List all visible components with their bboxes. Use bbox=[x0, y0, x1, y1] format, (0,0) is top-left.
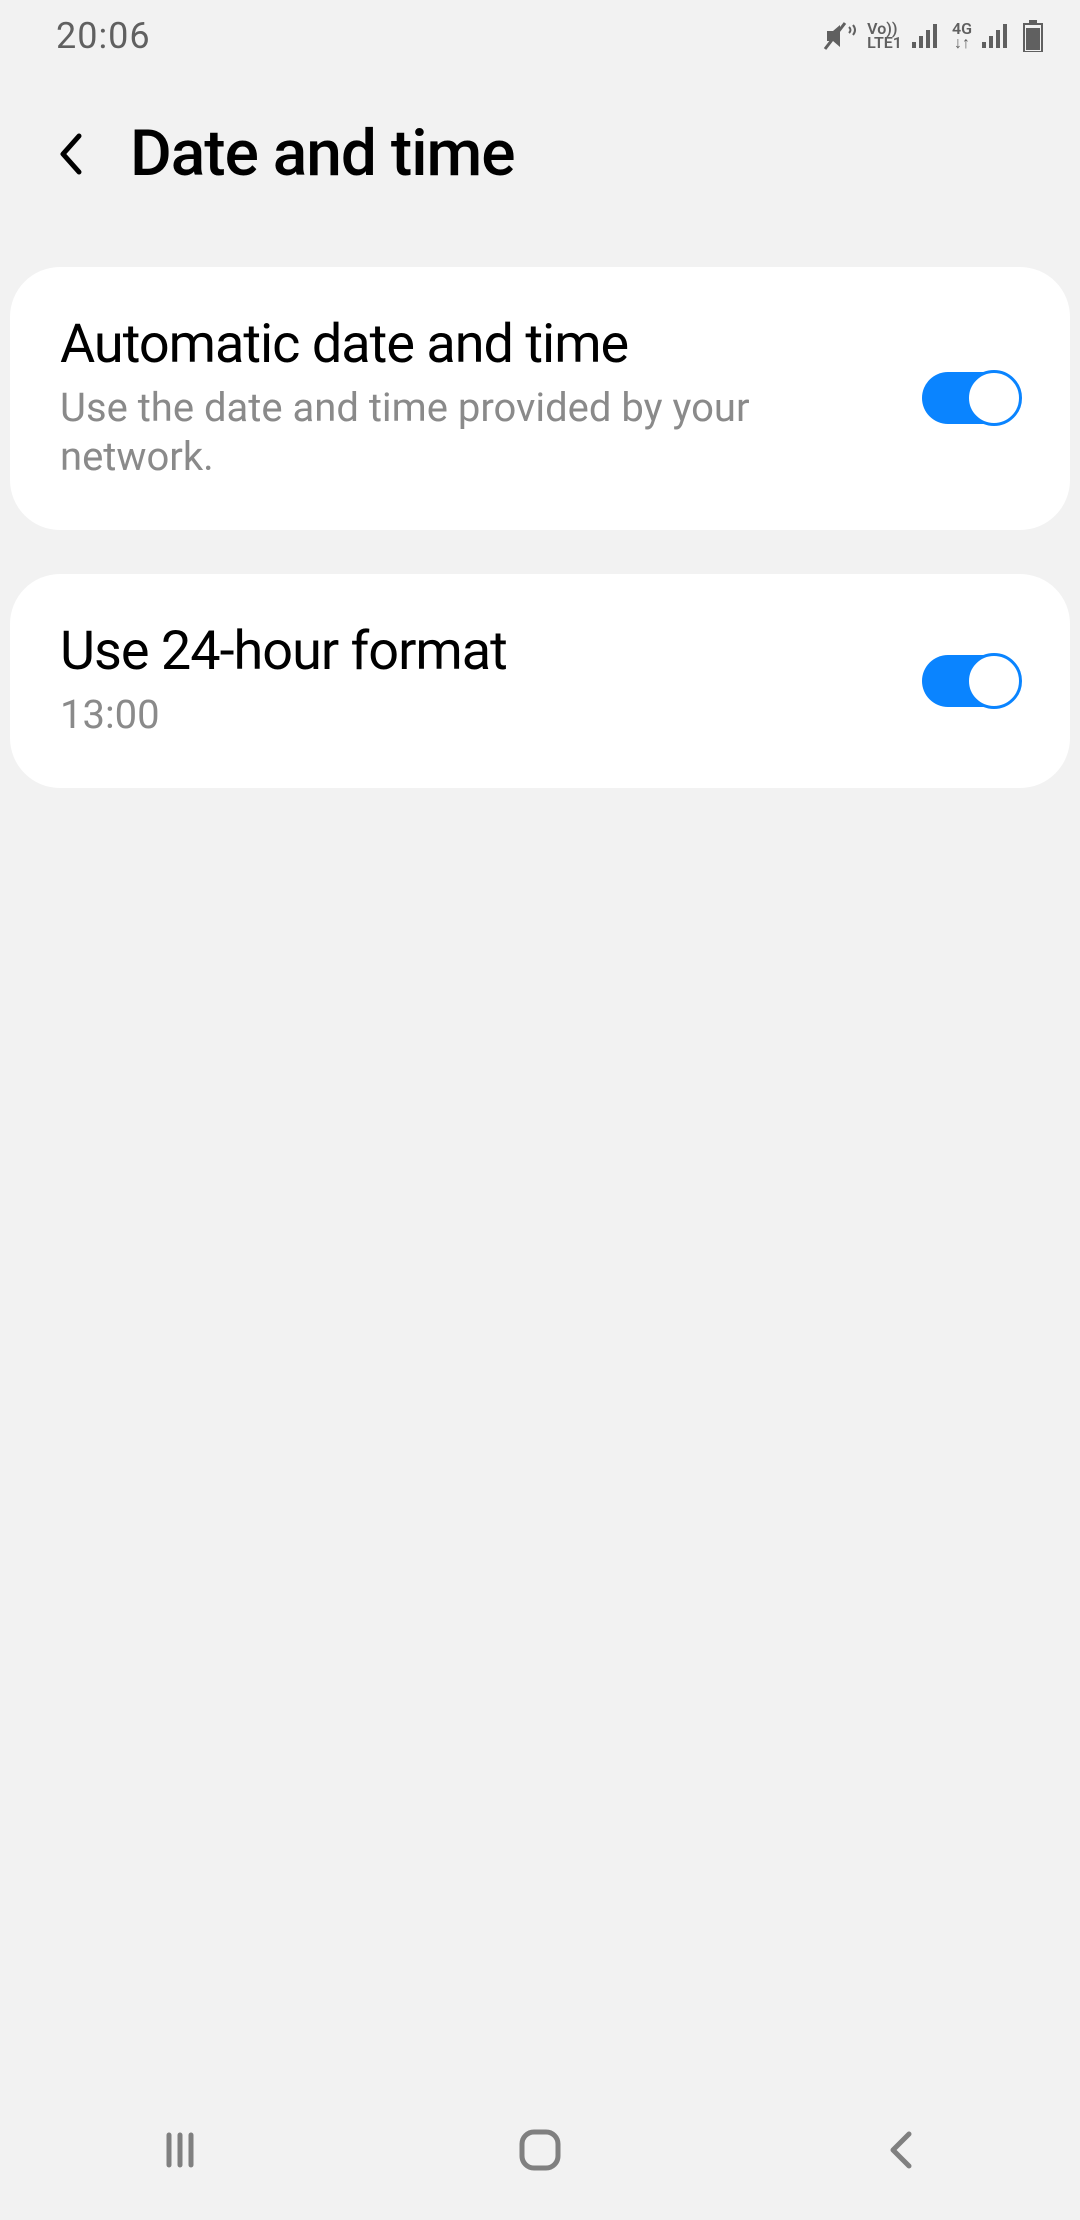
nav-back-button[interactable] bbox=[840, 2120, 960, 2180]
status-bar: 20:06 Vo))LTE1 4G↓↑ bbox=[0, 0, 1080, 72]
battery-icon bbox=[1022, 20, 1044, 52]
setting-24-hour-format[interactable]: Use 24-hour format 13:00 bbox=[10, 574, 1070, 788]
chevron-left-icon bbox=[885, 2128, 915, 2172]
chevron-left-icon bbox=[57, 132, 83, 176]
setting-subtitle: Use the date and time provided by your n… bbox=[60, 384, 892, 482]
back-button[interactable] bbox=[50, 126, 90, 182]
signal-strength-1-icon bbox=[912, 24, 942, 48]
toggle-knob bbox=[966, 653, 1022, 709]
home-icon bbox=[516, 2126, 564, 2174]
toggle-automatic-date-time[interactable] bbox=[922, 372, 1020, 424]
status-time: 20:06 bbox=[56, 15, 151, 57]
setting-text: Automatic date and time Use the date and… bbox=[60, 315, 892, 482]
setting-title: Use 24-hour format bbox=[60, 622, 892, 681]
page-header: Date and time bbox=[0, 72, 1080, 267]
setting-text: Use 24-hour format 13:00 bbox=[60, 622, 892, 740]
setting-subtitle: 13:00 bbox=[60, 691, 892, 740]
toggle-knob bbox=[966, 370, 1022, 426]
recent-apps-button[interactable] bbox=[120, 2120, 240, 2180]
setting-automatic-date-time[interactable]: Automatic date and time Use the date and… bbox=[10, 267, 1070, 530]
home-button[interactable] bbox=[480, 2120, 600, 2180]
mobile-data-icon: 4G↓↑ bbox=[952, 22, 972, 51]
toggle-24-hour-format[interactable] bbox=[922, 655, 1020, 707]
page-title: Date and time bbox=[130, 116, 515, 191]
volte-icon: Vo))LTE1 bbox=[867, 22, 902, 51]
mute-vibrate-icon bbox=[823, 21, 857, 51]
navigation-bar bbox=[0, 2080, 1080, 2220]
recent-apps-icon bbox=[159, 2129, 201, 2171]
setting-title: Automatic date and time bbox=[60, 315, 892, 374]
status-icons: Vo))LTE1 4G↓↑ bbox=[823, 20, 1044, 52]
signal-strength-2-icon bbox=[982, 24, 1012, 48]
